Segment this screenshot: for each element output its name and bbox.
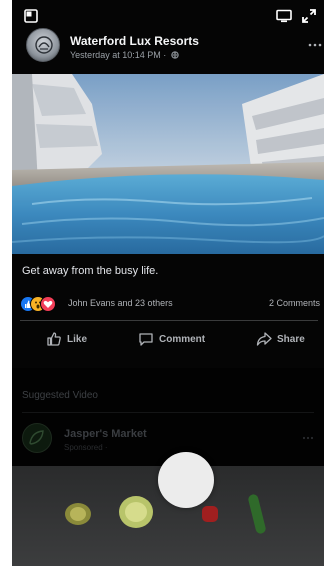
more-options-icon[interactable]	[302, 436, 314, 440]
sponsored-label: Sponsored ·	[64, 443, 108, 452]
resort-logo-icon	[35, 36, 53, 54]
comment-button[interactable]: Comment	[138, 327, 205, 351]
divider	[22, 412, 314, 413]
picture-in-picture-icon[interactable]	[24, 9, 38, 23]
comment-button-label: Comment	[159, 333, 206, 345]
post-action-bar: Like Comment Share	[20, 327, 318, 351]
comments-count[interactable]: 2 Comments	[269, 298, 320, 308]
more-options-icon[interactable]	[308, 42, 322, 48]
page-avatar[interactable]	[26, 28, 60, 62]
suggested-video-section: Suggested Video Jasper's Market Sponsore…	[12, 368, 324, 566]
divider	[20, 320, 318, 321]
suggested-video-thumbnail[interactable]	[12, 452, 324, 566]
suggested-page-avatar[interactable]	[22, 423, 52, 453]
comment-bubble-icon	[139, 333, 153, 346]
reactors-summary[interactable]: John Evans and 23 others	[68, 298, 173, 308]
post-caption: Get away from the busy life.	[22, 265, 159, 277]
market-logo-icon	[29, 430, 44, 445]
suggested-page-name[interactable]: Jasper's Market	[64, 428, 147, 440]
thumbs-up-icon	[47, 332, 61, 346]
post-timestamp-text: Yesterday at 10:14 PM ·	[70, 50, 167, 60]
post-photo-pool[interactable]	[12, 74, 324, 254]
love-reaction-icon	[40, 296, 56, 312]
share-button-label: Share	[277, 333, 305, 345]
share-button[interactable]: Share	[256, 327, 305, 351]
reactions-row[interactable]: John Evans and 23 others 2 Comments	[20, 294, 320, 314]
globe-icon	[171, 51, 179, 59]
share-arrow-icon	[256, 332, 272, 346]
like-button-label: Like	[67, 333, 88, 345]
tv-cast-icon[interactable]	[276, 9, 292, 23]
expand-icon[interactable]	[302, 9, 316, 23]
suggested-video-title: Suggested Video	[22, 390, 98, 401]
post-header: Waterford Lux Resorts Yesterday at 10:14…	[22, 28, 322, 68]
post-timestamp[interactable]: Yesterday at 10:14 PM ·	[70, 50, 179, 60]
like-button[interactable]: Like	[46, 327, 87, 351]
reaction-icons	[20, 296, 64, 312]
video-player-frame: Waterford Lux Resorts Yesterday at 10:14…	[12, 0, 324, 566]
post-author-name[interactable]: Waterford Lux Resorts	[70, 34, 199, 48]
play-button[interactable]	[158, 452, 214, 508]
